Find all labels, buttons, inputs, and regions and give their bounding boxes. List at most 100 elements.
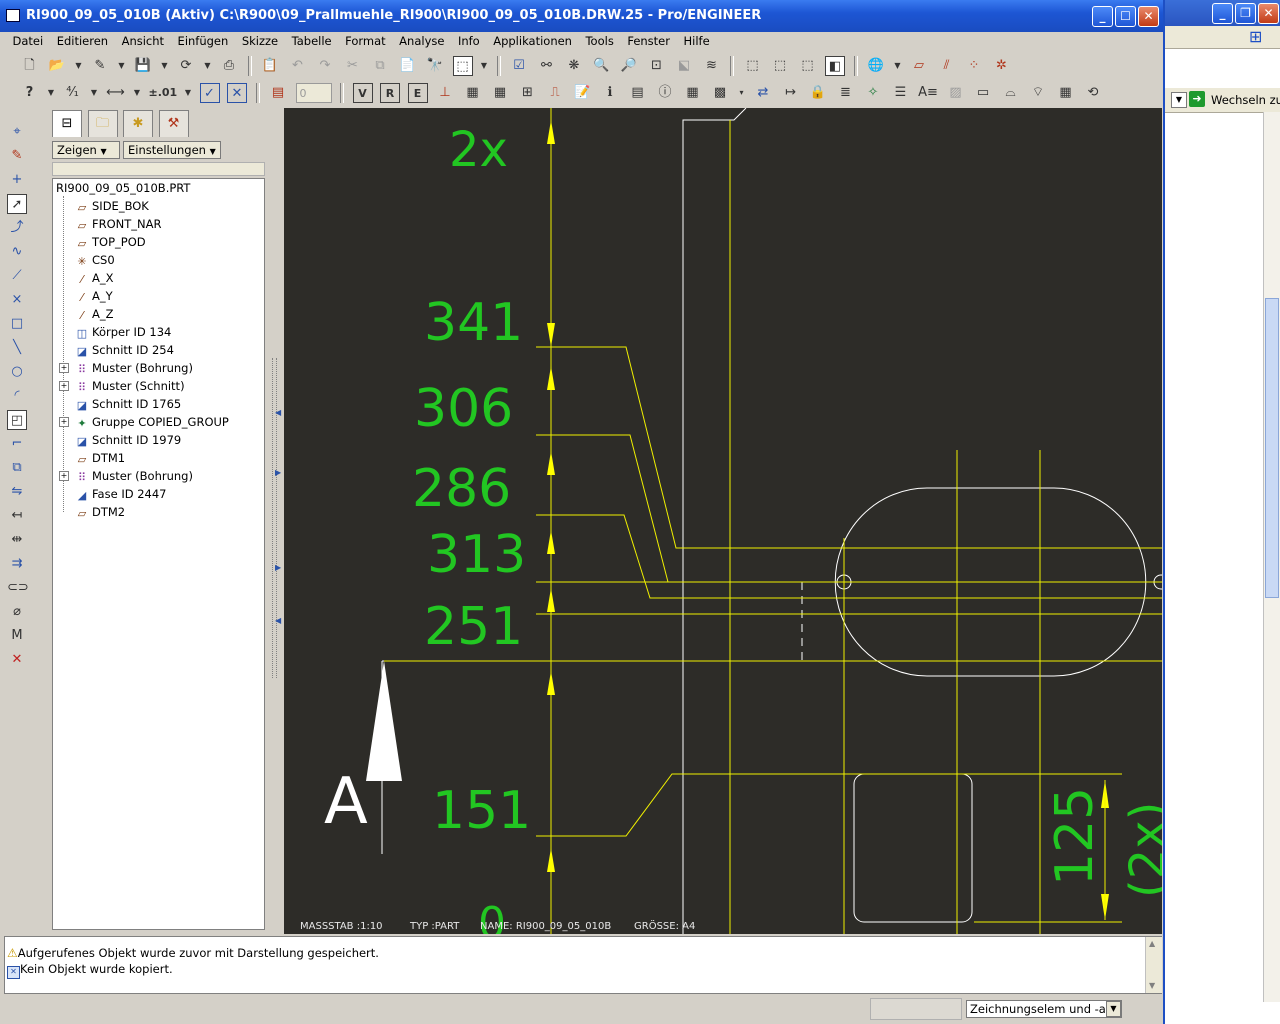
shading-icon[interactable]: ◧ (825, 56, 845, 76)
menu-info[interactable]: Info (453, 33, 485, 49)
cut-icon[interactable]: ✂ (343, 56, 363, 76)
selection-filter-dropdown[interactable]: Zeichnungselem und -ansic (966, 1000, 1122, 1018)
surface-finish-icon[interactable]: ⌔ (1028, 83, 1048, 103)
collapse-left-icon[interactable]: ◀ (275, 408, 281, 417)
bg-restore-button[interactable]: ❐ (1235, 3, 1256, 24)
hatch-icon[interactable]: ▨ (946, 83, 966, 103)
edit-icon[interactable]: ✎ (90, 56, 110, 76)
view-icon-2[interactable]: R (380, 83, 400, 103)
tree-item[interactable]: ◫ Körper ID 134 (75, 324, 172, 340)
open-dropdown-icon[interactable]: ▼ (75, 56, 83, 76)
tree-root[interactable]: RI900_09_05_010B.PRT (56, 180, 190, 196)
cleanup-icon[interactable]: ✧ (863, 83, 883, 103)
dimension-text[interactable]: 306 (414, 379, 513, 439)
undo-icon[interactable]: ↶ (288, 56, 308, 76)
text-line-icon[interactable]: ▭ (973, 83, 993, 103)
tree-item[interactable]: ⠿ Muster (Bohrung) (75, 360, 193, 376)
curve-icon[interactable]: ∿ (7, 242, 27, 262)
dimension-show-icon[interactable]: ⊥ (435, 83, 455, 103)
new-file-icon[interactable]: 🗋 (20, 56, 40, 76)
folder-browser-tab[interactable]: 🗀 (87, 110, 118, 137)
whats-this-icon[interactable]: ? (20, 83, 40, 103)
dimension-text[interactable]: 151 (432, 781, 531, 841)
clipboard-icon[interactable]: 📋 (260, 56, 280, 76)
chevron-down-icon[interactable]: ▼ (1171, 92, 1187, 108)
dimension-text[interactable]: 2x (449, 122, 508, 178)
model-tree-tab[interactable]: ⊟ (52, 110, 82, 137)
graphics-area[interactable]: A 2x 341 306 286 313 251 151 0 125 (2x) … (284, 108, 1162, 934)
datum-axis-display-icon[interactable]: ⫽ (937, 56, 957, 76)
refit-icon[interactable]: ⊡ (647, 56, 667, 76)
drawing-canvas[interactable]: A 2x 341 306 286 313 251 151 0 125 (2x) … (284, 108, 1162, 934)
favorites-tab[interactable]: ✱ (123, 110, 153, 137)
layers-icon[interactable]: ≋ (702, 56, 722, 76)
align-icon[interactable]: ≣ (836, 83, 856, 103)
menu-tools[interactable]: Tools (580, 33, 618, 49)
view-icon-1[interactable]: V (352, 83, 373, 103)
panel-splitter[interactable]: ◀ ▶ ▶ ◀ (270, 108, 282, 934)
page-icon[interactable]: ▤ (628, 83, 648, 103)
cancel-icon[interactable]: ✕ (227, 83, 247, 103)
tree-item[interactable]: ▱ DTM1 (75, 450, 125, 466)
menu-tabelle[interactable]: Tabelle (287, 33, 337, 49)
tree-item[interactable]: ✳ CS0 (75, 252, 114, 268)
menu-analyse[interactable]: Analyse (394, 33, 449, 49)
select-box-icon[interactable]: ⬚ (452, 56, 473, 76)
tree-item[interactable]: ⁄ A_Z (75, 306, 113, 322)
menu-format[interactable]: Format (340, 33, 391, 49)
tree-item[interactable]: ◪ Schnitt ID 1765 (75, 396, 181, 412)
sheet-spinner[interactable]: 0 (295, 83, 332, 103)
menu-fenster[interactable]: Fenster (622, 33, 675, 49)
note-icon[interactable]: 📝 (573, 83, 593, 103)
bg-scrollbar[interactable] (1263, 112, 1280, 1002)
expand-toggle-icon[interactable]: + (59, 363, 69, 373)
csys-display-icon[interactable]: ✲ (992, 56, 1012, 76)
dimension-icon[interactable]: ⁴⁄₁ (63, 83, 83, 103)
bracket-tool-icon[interactable]: ⊂⊃ (7, 578, 29, 598)
delete-tool-icon[interactable]: ✕ (7, 650, 27, 670)
datum-point-display-icon[interactable]: ⁘ (964, 56, 984, 76)
dimension-text[interactable]: (2x) (1120, 802, 1162, 898)
collapse-left-icon[interactable]: ◀ (275, 616, 281, 625)
move-icon[interactable]: ↦ (781, 83, 801, 103)
info-circle-icon[interactable]: ⓘ (655, 83, 675, 103)
refresh-table-icon[interactable]: ⟲ (1083, 83, 1103, 103)
menu-hilfe[interactable]: Hilfe (678, 33, 714, 49)
detail-icon-2[interactable]: ▦ (490, 83, 510, 103)
regenerate-icon[interactable]: ⟳ (176, 56, 196, 76)
save-dropdown-icon[interactable]: ▼ (161, 56, 169, 76)
modify-tool-icon[interactable]: M (7, 626, 27, 646)
switch-to-link[interactable]: Wechseln zu (1211, 93, 1280, 107)
crosshair-icon[interactable]: + (7, 170, 27, 190)
tree-item[interactable]: ▱ DTM2 (75, 504, 125, 520)
tree-item[interactable]: ◪ Schnitt ID 254 (75, 342, 174, 358)
menu-skizze[interactable]: Skizze (237, 33, 283, 49)
expand-toggle-icon[interactable]: + (59, 471, 69, 481)
redo-icon[interactable]: ↷ (315, 56, 335, 76)
tolerance-display[interactable]: ±.01 (149, 83, 178, 103)
maximize-button[interactable]: ☐ (1115, 6, 1136, 27)
chevron-down-icon[interactable]: ▼ (1106, 1001, 1121, 1017)
tree-item[interactable]: ⁄ A_X (75, 270, 113, 286)
tree-item[interactable]: ▱ SIDE_BOK (75, 198, 149, 214)
menu-ansicht[interactable]: Ansicht (117, 33, 169, 49)
diameter-tool-icon[interactable]: ⌀ (7, 602, 27, 622)
expand-toggle-icon[interactable]: + (59, 381, 69, 391)
bg-close-button[interactable]: ✕ (1258, 3, 1279, 24)
arc-tool-icon[interactable]: ◜ (7, 386, 27, 406)
sketch-edit-icon[interactable]: ✎ (7, 146, 27, 166)
close-button[interactable]: ✕ (1138, 6, 1159, 27)
lock-icon[interactable]: 🔒 (808, 83, 828, 103)
detail-icon-4[interactable]: ⎍ (545, 83, 565, 103)
mirror-tool-icon[interactable]: ⇋ (7, 482, 27, 502)
symbol-icon[interactable]: ⌓ (1001, 83, 1021, 103)
view-icon-3[interactable]: E (407, 83, 428, 103)
globe-icon[interactable]: 🌐 (866, 56, 886, 76)
tree-item[interactable]: ◢ Fase ID 2447 (75, 486, 167, 502)
select-arrow-icon[interactable]: ➚ (7, 194, 27, 214)
detail-icon-1[interactable]: ▦ (463, 83, 483, 103)
print-icon[interactable]: ⎙ (219, 56, 239, 76)
connections-tab[interactable]: ⚒ (158, 110, 189, 137)
dimension-text[interactable]: 341 (424, 293, 523, 353)
menu-datei[interactable]: Datei (8, 33, 49, 49)
